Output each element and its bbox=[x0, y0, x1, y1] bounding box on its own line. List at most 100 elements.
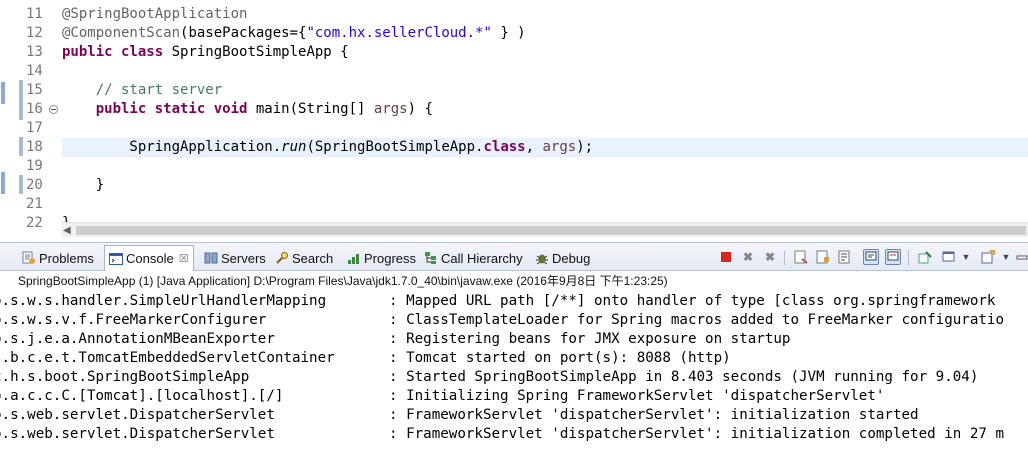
search-icon bbox=[275, 251, 289, 265]
tab-label: Problems bbox=[39, 250, 94, 266]
log-logger-name: o.s.web.servlet.DispatcherServlet bbox=[0, 407, 275, 423]
line-number: 21 bbox=[26, 196, 43, 212]
code-token: "com.hx.sellerCloud.*" bbox=[306, 25, 492, 41]
line-number: 20 bbox=[26, 177, 43, 193]
scroll-lock-icon[interactable] bbox=[815, 249, 831, 265]
console-log-line: o.s.j.e.a.AnnotationMBeanExporter : Regis… bbox=[0, 330, 1028, 349]
tab-label: Call Hierarchy bbox=[441, 250, 523, 266]
clear-console-icon[interactable] bbox=[793, 249, 809, 265]
console-log-line: s.b.c.e.t.TomcatEmbeddedServletContainer… bbox=[0, 349, 1028, 368]
console-output[interactable]: o.s.w.s.handler.SimpleUrlHandlerMapping:… bbox=[0, 291, 1028, 463]
code-text: @ComponentScan(basePackages={"com.hx.sel… bbox=[62, 24, 526, 43]
close-icon[interactable]: ☒ bbox=[179, 252, 189, 265]
code-line[interactable]: 18 SpringApplication.run(SpringBootSimpl… bbox=[26, 138, 1028, 157]
editor-horizontal-scrollbar[interactable]: ◀ bbox=[62, 222, 1028, 237]
scroll-left-icon[interactable]: ◀ bbox=[63, 225, 71, 236]
pin-console-icon[interactable] bbox=[917, 249, 933, 265]
code-token: // start server bbox=[62, 82, 223, 98]
tab-progress[interactable]: Progress bbox=[347, 247, 416, 269]
code-text: public static void main(String[] args) { bbox=[62, 100, 433, 119]
line-number: 19 bbox=[26, 158, 43, 174]
line-number: 17 bbox=[26, 120, 43, 136]
code-token: @ComponentScan bbox=[62, 25, 181, 41]
code-line[interactable]: 11 @SpringBootApplication bbox=[0, 5, 1028, 24]
code-token: } ) bbox=[491, 25, 526, 41]
display-console-icon[interactable] bbox=[941, 249, 957, 265]
line-number: 18 bbox=[26, 139, 43, 155]
tab-label: Search bbox=[292, 250, 334, 266]
code-line[interactable]: 14 bbox=[0, 62, 1028, 81]
tab-label: Servers bbox=[221, 250, 266, 266]
remove-all-icon[interactable]: ✖ bbox=[762, 249, 778, 265]
code-line[interactable]: 15 // start server bbox=[0, 81, 1028, 100]
code-line[interactable]: 16 public static void main(String[] args… bbox=[0, 100, 1028, 119]
minimize-icon[interactable] bbox=[1014, 249, 1028, 265]
line-number: 13 bbox=[26, 44, 43, 60]
code-line[interactable]: 21 bbox=[0, 195, 1028, 214]
line-number: 15 bbox=[26, 82, 43, 98]
code-token: } bbox=[62, 177, 105, 193]
console-process-header: SpringBootSimpleApp (1) [Java Applicatio… bbox=[0, 271, 1028, 291]
log-message: : FrameworkServlet 'dispatcherServlet': … bbox=[389, 407, 919, 423]
word-wrap-icon[interactable] bbox=[837, 249, 853, 265]
tab-debug[interactable]: Debug bbox=[535, 247, 590, 269]
problems-icon bbox=[22, 251, 36, 265]
code-token: main(String[] bbox=[247, 101, 374, 117]
code-line[interactable]: 17 bbox=[0, 119, 1028, 138]
log-logger-name: s.b.c.e.t.TomcatEmbeddedServletContainer bbox=[0, 350, 335, 366]
log-message: : Started SpringBootSimpleApp in 8.403 s… bbox=[389, 369, 979, 385]
code-token: ) { bbox=[407, 101, 433, 117]
servers-icon bbox=[204, 251, 218, 265]
code-token: SpringApplication. bbox=[62, 139, 282, 155]
code-line[interactable]: 20 } bbox=[0, 176, 1028, 195]
code-token: ); bbox=[576, 139, 594, 155]
line-number: 11 bbox=[26, 6, 43, 22]
tab-call-hierarchy[interactable]: Call Hierarchy bbox=[424, 247, 523, 269]
tab-problems[interactable]: Problems bbox=[22, 247, 94, 269]
console-log-line: o.s.w.s.v.f.FreeMarkerConfigurer: ClassT… bbox=[0, 311, 1028, 330]
code-token: args bbox=[373, 101, 408, 117]
log-logger-name: c.h.s.boot.SpringBootSimpleApp bbox=[0, 369, 250, 385]
code-text: public class SpringBootSimpleApp { bbox=[62, 43, 349, 62]
view-tab-bar: Problems Console ☒ Servers Search Progre… bbox=[0, 242, 1028, 271]
console-log-line: c.h.s.boot.SpringBootSimpleApp : Started … bbox=[0, 368, 1028, 387]
code-editor[interactable]: 11 @SpringBootApplication 12 @ComponentScan… bbox=[0, 0, 1028, 237]
tab-console[interactable]: Console ☒ bbox=[104, 245, 194, 271]
show-on-stderr-icon[interactable] bbox=[885, 249, 901, 265]
call-hierarchy-icon bbox=[424, 251, 438, 265]
code-token: @SpringBootApplication bbox=[62, 6, 248, 22]
log-message: : Tomcat started on port(s): 8088 (http) bbox=[389, 350, 731, 366]
remove-launch-icon[interactable]: ✖ bbox=[740, 249, 756, 265]
process-description: SpringBootSimpleApp (1) [Java Applicatio… bbox=[18, 274, 668, 288]
console-log-line: o.s.web.servlet.DispatcherServlet : Frame… bbox=[0, 406, 1028, 425]
open-console-icon[interactable] bbox=[980, 249, 996, 265]
scrollbar-thumb[interactable] bbox=[76, 226, 1026, 235]
chevron-down-icon[interactable]: ▼ bbox=[958, 249, 974, 265]
code-line[interactable]: 13 public class SpringBootSimpleApp { bbox=[0, 43, 1028, 62]
console-icon bbox=[109, 252, 123, 266]
fold-collapse-icon[interactable] bbox=[49, 105, 58, 114]
code-line[interactable]: 19 bbox=[0, 157, 1028, 176]
terminate-icon[interactable] bbox=[718, 249, 734, 265]
log-logger-name: o.s.j.e.a.AnnotationMBeanExporter bbox=[0, 331, 275, 347]
change-marker bbox=[19, 137, 23, 156]
show-on-stdout-icon[interactable] bbox=[863, 249, 879, 265]
code-token: SpringBootSimpleApp { bbox=[163, 44, 349, 60]
line-number: 22 bbox=[26, 215, 43, 231]
code-token: run bbox=[281, 139, 307, 155]
tab-label: Debug bbox=[552, 250, 591, 266]
debug-bug-icon bbox=[535, 251, 549, 265]
code-text: } bbox=[62, 176, 104, 195]
tab-servers[interactable]: Servers bbox=[204, 247, 266, 269]
console-log-line: o.s.w.s.handler.SimpleUrlHandlerMapping:… bbox=[0, 292, 1028, 311]
log-logger-name: o.s.web.servlet.DispatcherServlet bbox=[0, 426, 275, 442]
log-logger-name: o.s.w.s.handler.SimpleUrlHandlerMapping bbox=[0, 293, 327, 309]
toolbar-separator bbox=[784, 250, 785, 265]
code-token: class bbox=[483, 139, 526, 155]
tab-search[interactable]: Search bbox=[275, 247, 333, 269]
log-message: : Registering beans for JMX exposure on … bbox=[389, 331, 791, 347]
code-line[interactable]: 12 @ComponentScan(basePackages={"com.hx.s… bbox=[0, 24, 1028, 43]
code-text: SpringApplication.run(SpringBootSimpleAp… bbox=[62, 138, 593, 157]
progress-icon bbox=[347, 251, 361, 265]
chevron-down-icon[interactable]: ▼ bbox=[998, 249, 1014, 265]
